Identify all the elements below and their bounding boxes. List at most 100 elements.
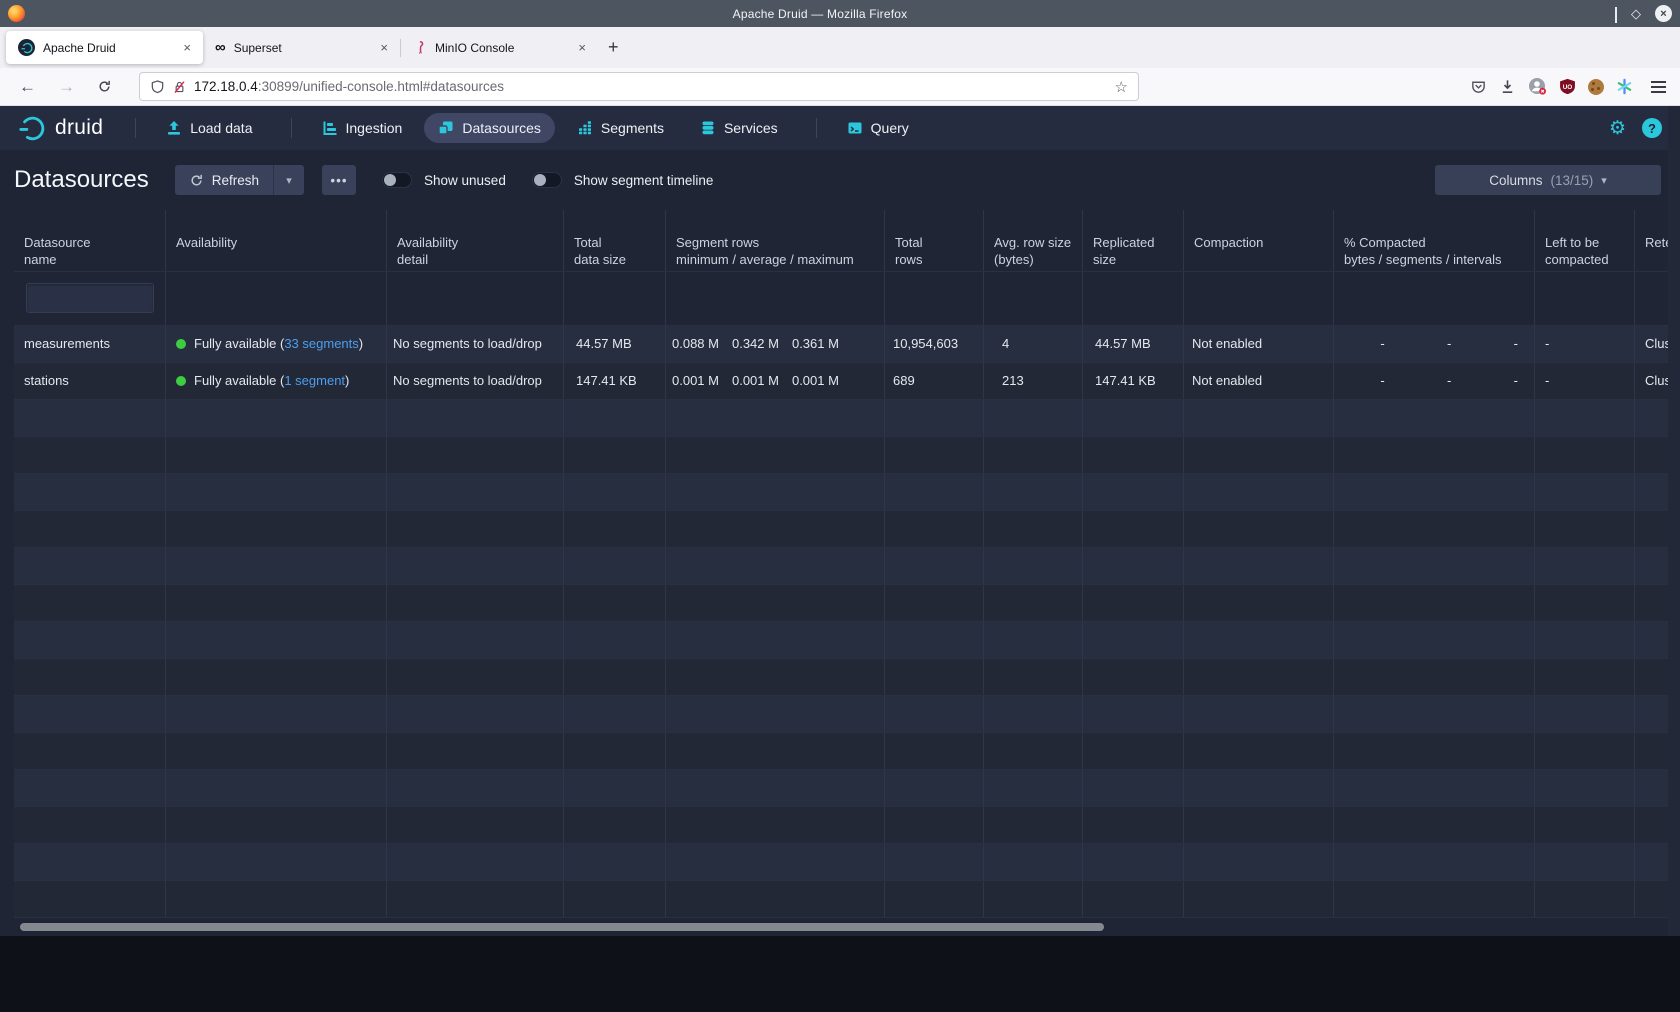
column-header-availability[interactable]: Availability xyxy=(166,210,387,271)
table-header-row: Datasourcename Availability Availability… xyxy=(14,210,1668,272)
account-icon[interactable] xyxy=(1528,77,1547,96)
nav-item-services[interactable]: Services xyxy=(686,113,792,143)
datasource-filter-input[interactable] xyxy=(26,283,154,313)
window-maximize-icon[interactable]: ◇ xyxy=(1631,7,1641,20)
nav-item-label: Services xyxy=(724,120,778,136)
query-icon xyxy=(847,120,863,136)
column-header-compaction[interactable]: Compaction xyxy=(1184,210,1334,271)
table-row-empty xyxy=(14,585,1668,622)
url-path: :30899/unified-console.html#datasources xyxy=(258,79,504,94)
tab-title: MinIO Console xyxy=(435,41,568,55)
toggle-label: Show unused xyxy=(424,173,506,188)
nav-item-datasources[interactable]: Datasources xyxy=(424,113,555,143)
page-bottom-area xyxy=(0,936,1680,1012)
refresh-button[interactable]: Refresh xyxy=(175,165,273,195)
show-unused-toggle[interactable]: Show unused xyxy=(382,172,506,188)
nav-divider xyxy=(291,118,292,138)
druid-logo-icon xyxy=(18,113,48,143)
segments-link[interactable]: 33 segments xyxy=(284,336,358,351)
refresh-interval-button[interactable]: ▾ xyxy=(273,165,304,195)
bookmark-star-icon[interactable]: ☆ xyxy=(1115,78,1128,96)
cell-datasource-name: stations xyxy=(14,363,166,399)
pocket-icon[interactable] xyxy=(1470,78,1487,95)
downloads-icon[interactable] xyxy=(1499,78,1516,95)
column-header-left-to-be-compacted[interactable]: Left to becompacted xyxy=(1535,210,1635,271)
druid-logo[interactable]: druid xyxy=(18,113,103,143)
window-minimize-icon[interactable] xyxy=(1615,7,1617,21)
ublock-origin-icon[interactable]: UO xyxy=(1559,78,1576,95)
druid-favicon-icon xyxy=(18,39,35,56)
cell-availability-detail: No segments to load/drop xyxy=(387,326,564,362)
cell-compaction: Not enabled xyxy=(1184,326,1334,362)
table-row-empty xyxy=(14,622,1668,659)
tab-apache-druid[interactable]: Apache Druid × xyxy=(6,31,203,64)
columns-button[interactable]: Columns (13/15) ▾ xyxy=(1435,165,1661,195)
tab-close-icon[interactable]: × xyxy=(181,40,193,55)
tab-close-icon[interactable]: × xyxy=(378,40,390,55)
datasources-table: Datasourcename Availability Availability… xyxy=(0,210,1668,918)
column-header-pct-compacted[interactable]: % Compactedbytes / segments / intervals xyxy=(1334,210,1535,271)
table-row-stations[interactable]: stations Fully available (1 segment) No … xyxy=(14,363,1668,400)
nav-item-segments[interactable]: Segments xyxy=(563,113,678,143)
more-actions-button[interactable]: ••• xyxy=(322,165,356,195)
column-header-segment-rows[interactable]: Segment rowsminimum / average / maximum xyxy=(666,210,885,271)
cell-pct-compacted: --- xyxy=(1334,326,1535,362)
tracking-shield-icon[interactable] xyxy=(150,79,165,95)
nav-divider xyxy=(135,118,136,138)
url-bar[interactable]: 172.18.0.4:30899/unified-console.html#da… xyxy=(139,72,1139,101)
tab-close-icon[interactable]: × xyxy=(576,40,588,55)
cell-total-data-size: 44.57 MB xyxy=(564,326,666,362)
segments-link[interactable]: 1 segment xyxy=(284,373,345,388)
column-header-avg-row-size[interactable]: Avg. row size(bytes) xyxy=(984,210,1083,271)
column-header-datasource-name[interactable]: Datasourcename xyxy=(14,210,166,271)
toggle-switch-off[interactable] xyxy=(532,172,562,188)
settings-gear-icon[interactable]: ⚙ xyxy=(1609,117,1626,140)
help-icon[interactable]: ? xyxy=(1642,118,1662,138)
table-row-empty xyxy=(14,881,1668,918)
table-row-measurements[interactable]: measurements Fully available (33 segment… xyxy=(14,326,1668,363)
load-data-icon xyxy=(166,120,182,136)
tab-title: Apache Druid xyxy=(43,41,173,55)
tab-minio-console[interactable]: MinIO Console × xyxy=(401,31,598,64)
cell-left-to-be-compacted: - xyxy=(1535,326,1635,362)
nav-item-label: Segments xyxy=(601,120,664,136)
page-header: Datasources Refresh ▾ ••• Show unused Sh… xyxy=(0,150,1680,210)
column-header-availability-detail[interactable]: Availabilitydetail xyxy=(387,210,564,271)
cell-segment-rows: 0.088 M0.342 M0.361 M xyxy=(666,326,885,362)
column-header-retention[interactable]: Retention xyxy=(1635,210,1668,271)
vertical-scrollbar-track[interactable] xyxy=(1668,106,1680,936)
column-header-total-data-size[interactable]: Totaldata size xyxy=(564,210,666,271)
page-title: Datasources xyxy=(14,166,149,194)
new-tab-icon[interactable]: + xyxy=(598,37,629,58)
extension-spark-icon[interactable] xyxy=(1616,78,1633,95)
show-segment-timeline-toggle[interactable]: Show segment timeline xyxy=(532,172,714,188)
superset-icon: ∞ xyxy=(215,40,226,55)
menu-icon[interactable] xyxy=(1645,81,1666,93)
toggle-switch-off[interactable] xyxy=(382,172,412,188)
minio-flamingo-icon xyxy=(413,40,427,55)
nav-item-load-data[interactable]: Load data xyxy=(152,113,266,143)
caret-down-icon: ▾ xyxy=(286,174,292,187)
insecure-lock-icon[interactable] xyxy=(172,79,187,95)
tab-bar: Apache Druid × ∞ Superset × MinIO Consol… xyxy=(0,27,1680,68)
horizontal-scrollbar-thumb[interactable] xyxy=(20,923,1104,931)
cell-total-rows: 689 xyxy=(885,363,984,399)
nav-item-label: Datasources xyxy=(462,120,541,136)
cell-availability: Fully available (33 segments) xyxy=(166,326,387,362)
columns-count: (13/15) xyxy=(1550,173,1593,188)
tab-superset[interactable]: ∞ Superset × xyxy=(203,31,400,64)
datasources-icon xyxy=(438,120,454,136)
column-header-replicated-size[interactable]: Replicatedsize xyxy=(1083,210,1184,271)
reload-icon[interactable] xyxy=(88,79,121,94)
services-icon xyxy=(700,120,716,136)
url-host: 172.18.0.4 xyxy=(194,79,258,94)
table-row-empty xyxy=(14,548,1668,585)
forward-icon[interactable]: → xyxy=(49,77,84,97)
ingestion-icon xyxy=(322,120,338,136)
nav-item-query[interactable]: Query xyxy=(833,113,923,143)
window-close-icon[interactable]: × xyxy=(1655,5,1672,22)
cookie-icon[interactable] xyxy=(1588,79,1604,95)
column-header-total-rows[interactable]: Totalrows xyxy=(885,210,984,271)
back-icon[interactable]: ← xyxy=(10,77,45,97)
nav-item-ingestion[interactable]: Ingestion xyxy=(308,113,417,143)
